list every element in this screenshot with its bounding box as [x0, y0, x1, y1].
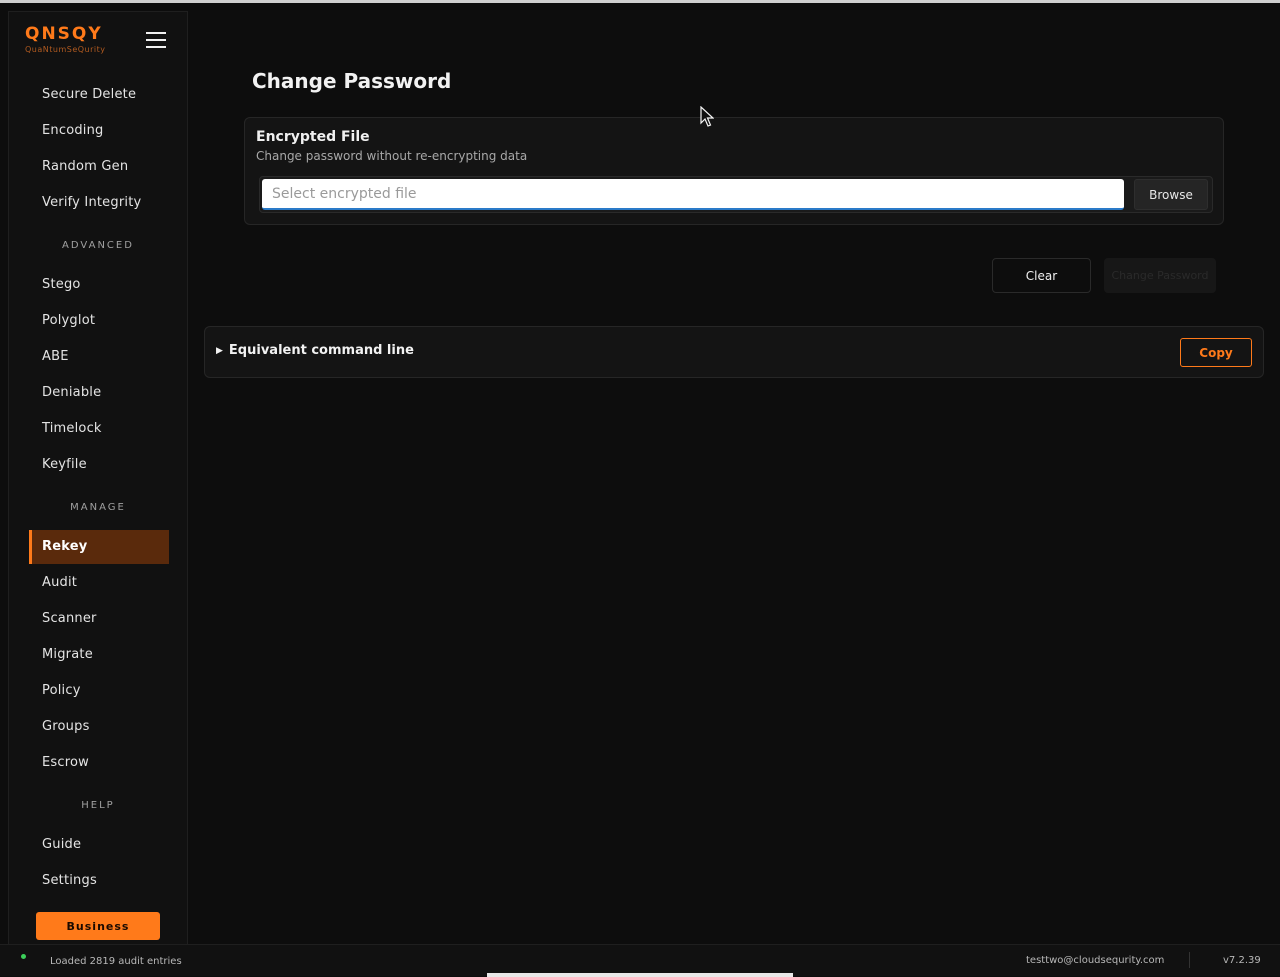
sidebar-item-encoding[interactable]: Encoding [29, 114, 169, 148]
page-title: Change Password [252, 69, 452, 93]
command-line-label: Equivalent command line [228, 343, 414, 358]
file-picker: Browse [259, 176, 1213, 213]
encrypted-file-input[interactable] [262, 179, 1124, 210]
sidebar-item-timelock[interactable]: Timelock [29, 412, 169, 446]
status-bar: Loaded 2819 audit entries testtwo@clouds… [0, 944, 1280, 977]
sidebar-item-rekey[interactable]: Rekey [29, 530, 169, 564]
encrypted-file-card: Encrypted File Change password without r… [244, 117, 1224, 225]
status-indicator-icon [21, 954, 26, 959]
mouse-pointer-icon [700, 106, 714, 127]
brand: QNSQY QuaNtumSeQurity [25, 24, 106, 54]
section-advanced: ADVANCED [62, 240, 134, 251]
menu-icon[interactable] [146, 32, 166, 48]
sidebar-item-groups[interactable]: Groups [29, 710, 169, 744]
status-message: Loaded 2819 audit entries [50, 956, 182, 967]
app-root: QNSQY QuaNtumSeQurity Secure Delete Enco… [0, 3, 1280, 944]
sidebar-item-escrow[interactable]: Escrow [29, 746, 169, 780]
section-manage: MANAGE [70, 502, 126, 513]
sidebar: QNSQY QuaNtumSeQurity Secure Delete Enco… [8, 11, 188, 944]
card-title: Encrypted File [256, 129, 370, 145]
change-password-button[interactable]: Change Password [1104, 258, 1216, 293]
sidebar-item-policy[interactable]: Policy [29, 674, 169, 708]
section-help: HELP [81, 800, 115, 811]
sidebar-item-keyfile[interactable]: Keyfile [29, 448, 169, 482]
sidebar-item-secure-delete[interactable]: Secure Delete [29, 78, 169, 112]
status-version: v7.2.39 [1223, 955, 1261, 966]
sidebar-item-audit[interactable]: Audit [29, 566, 169, 600]
browse-button[interactable]: Browse [1134, 179, 1208, 210]
command-line-toggle[interactable]: ▶ Equivalent command line [216, 343, 414, 358]
sidebar-item-random-gen[interactable]: Random Gen [29, 150, 169, 184]
sidebar-item-polyglot[interactable]: Polyglot [29, 304, 169, 338]
horizontal-scrollbar[interactable] [487, 973, 793, 977]
sidebar-item-scanner[interactable]: Scanner [29, 602, 169, 636]
copy-button[interactable]: Copy [1180, 338, 1252, 367]
clear-button[interactable]: Clear [992, 258, 1091, 293]
card-subtitle: Change password without re-encrypting da… [256, 149, 528, 163]
business-button[interactable]: Business [36, 912, 160, 940]
sidebar-item-abe[interactable]: ABE [29, 340, 169, 374]
triangle-right-icon: ▶ [216, 346, 223, 356]
brand-logo: QNSQY [25, 24, 103, 44]
sidebar-item-deniable[interactable]: Deniable [29, 376, 169, 410]
command-line-panel: ▶ Equivalent command line Copy [204, 326, 1264, 378]
status-user: testtwo@cloudsequrity.com [1026, 955, 1165, 966]
brand-tagline: QuaNtumSeQurity [25, 45, 106, 54]
sidebar-item-guide[interactable]: Guide [29, 828, 169, 862]
sidebar-item-verify-integrity[interactable]: Verify Integrity [29, 186, 169, 220]
sidebar-item-stego[interactable]: Stego [29, 268, 169, 302]
status-divider [1189, 952, 1190, 968]
sidebar-item-settings[interactable]: Settings [29, 864, 169, 898]
sidebar-item-migrate[interactable]: Migrate [29, 638, 169, 672]
